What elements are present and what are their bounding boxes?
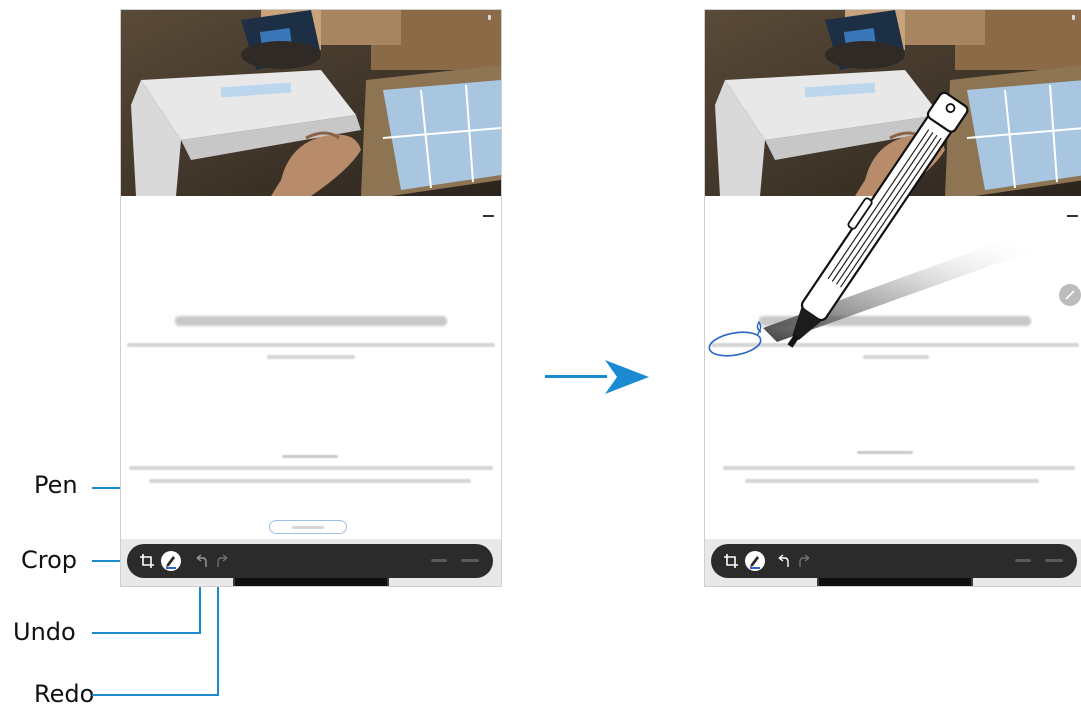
crop-icon[interactable] xyxy=(137,551,157,571)
pen-icon[interactable] xyxy=(745,551,765,571)
tablet-screen-before xyxy=(120,9,502,587)
s-pen-stylus xyxy=(708,91,1035,357)
blurred-text-line xyxy=(129,466,493,470)
blurred-subheading xyxy=(857,451,913,454)
callout-label-crop: Crop xyxy=(21,546,78,574)
blurred-text-line xyxy=(723,466,1075,470)
callout-label-pen: Pen xyxy=(34,471,78,499)
undo-icon[interactable] xyxy=(773,551,793,571)
blurred-text-line xyxy=(267,355,355,359)
blurred-action-text[interactable] xyxy=(1045,559,1063,562)
tablet-screen-after xyxy=(704,9,1081,587)
editing-toolbar xyxy=(711,544,1077,578)
redo-icon[interactable] xyxy=(795,551,815,571)
blurred-text-line xyxy=(745,479,1039,483)
blurred-action-text[interactable] xyxy=(1015,559,1031,562)
callout-label-undo: Undo xyxy=(13,618,76,646)
blurred-text-line xyxy=(127,343,495,347)
pill-button-text xyxy=(292,526,324,529)
callout-line-redo-v xyxy=(217,570,219,696)
callout-line-undo-h xyxy=(92,632,201,634)
blurred-pill-button[interactable] xyxy=(269,520,347,534)
undo-icon[interactable] xyxy=(191,551,211,571)
status-indicator xyxy=(488,15,491,20)
blurred-action-text[interactable] xyxy=(431,559,447,562)
minimize-icon[interactable] xyxy=(483,215,494,217)
pen-icon[interactable] xyxy=(161,551,181,571)
blurred-action-text[interactable] xyxy=(461,559,479,562)
blurred-heading xyxy=(175,316,447,326)
callout-line-redo-h xyxy=(92,694,219,696)
hero-photo xyxy=(121,10,501,196)
blurred-subheading xyxy=(282,455,338,458)
blurred-text-line xyxy=(149,479,471,483)
crop-icon[interactable] xyxy=(721,551,741,571)
redo-icon[interactable] xyxy=(213,551,233,571)
callout-label-redo: Redo xyxy=(34,680,95,708)
editing-toolbar xyxy=(127,544,493,578)
right-arrow-icon xyxy=(545,352,649,407)
